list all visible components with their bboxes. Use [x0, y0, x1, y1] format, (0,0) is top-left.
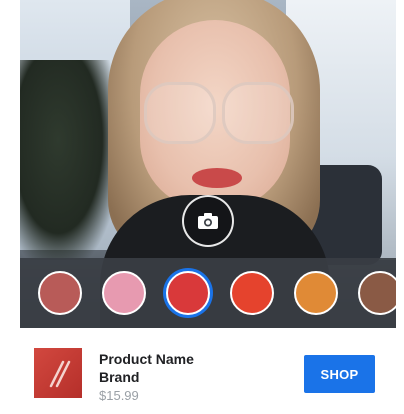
ar-try-on-view: Product Name Brand $15.99 SHOP [20, 0, 396, 414]
product-name: Product Name [99, 351, 194, 367]
product-brand: Brand [99, 369, 140, 385]
product-price: $15.99 [99, 388, 139, 403]
lipstick-pencil-icon [49, 360, 71, 388]
capture-button[interactable] [182, 195, 234, 247]
model-lips [192, 168, 242, 188]
product-bar: Product Name Brand $15.99 SHOP [20, 328, 396, 414]
glasses-lens-right [222, 82, 294, 144]
shop-button[interactable]: SHOP [304, 355, 375, 393]
product-thumbnail[interactable] [34, 348, 82, 398]
camera-icon [198, 213, 218, 229]
color-swatch[interactable] [358, 271, 396, 315]
color-swatch[interactable] [294, 271, 338, 315]
color-swatch[interactable] [38, 271, 82, 315]
glasses-lens-left [144, 82, 216, 144]
color-swatch-tray [20, 258, 396, 328]
color-swatch[interactable] [166, 271, 210, 315]
color-swatch[interactable] [230, 271, 274, 315]
color-swatch[interactable] [102, 271, 146, 315]
background-plant [20, 60, 115, 260]
